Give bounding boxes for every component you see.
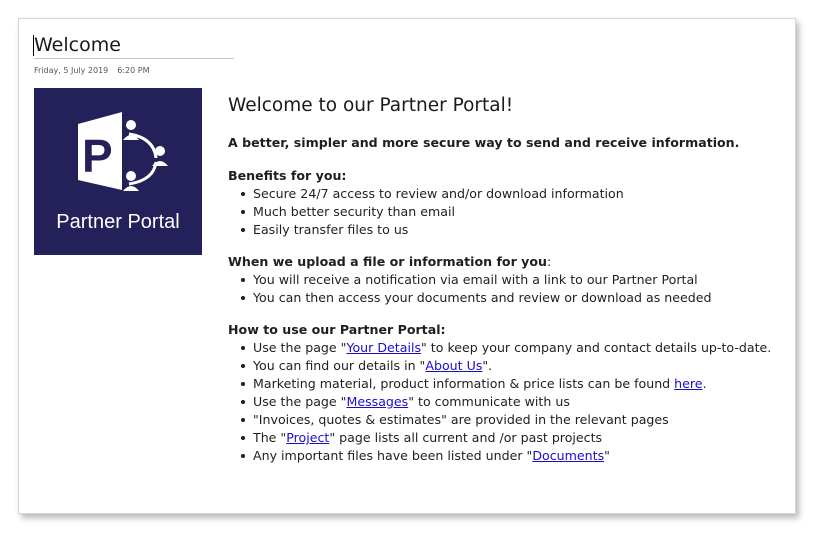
messages-link[interactable]: Messages [346, 394, 408, 409]
list-item: Any important files have been listed und… [241, 447, 788, 465]
documents-link[interactable]: Documents [532, 448, 604, 463]
list-item: "Invoices, quotes & estimates" are provi… [241, 411, 788, 429]
page-title[interactable]: Welcome [34, 32, 121, 58]
tagline: A better, simpler and more secure way to… [228, 135, 740, 150]
howto-title: How to use our Partner Portal: [228, 322, 446, 337]
here-link[interactable]: here [674, 376, 702, 391]
upload-list: You will receive a notification via emai… [228, 271, 788, 307]
page-time: 6:20 PM [117, 66, 150, 75]
item-text: " to communicate with us [408, 394, 570, 409]
page-datetime: Friday, 5 July 2019 6:20 PM [34, 66, 159, 75]
upload-title: When we upload a file or information for… [228, 253, 788, 271]
item-text: You can find our details in " [253, 358, 426, 373]
item-text: " [604, 448, 610, 463]
upload-title-suffix: : [547, 254, 552, 269]
page-date: Friday, 5 July 2019 [34, 66, 109, 75]
item-text: " page lists all current and /or past pr… [329, 430, 603, 445]
benefits-list: Secure 24/7 access to review and/or down… [228, 185, 788, 239]
item-text: The " [253, 430, 287, 445]
list-item: You can then access your documents and r… [241, 289, 788, 307]
item-text: ". [482, 358, 493, 373]
list-item: Secure 24/7 access to review and/or down… [241, 185, 788, 203]
list-item: Easily transfer files to us [241, 221, 788, 239]
item-text: Use the page " [253, 340, 347, 355]
item-text: " to keep your company and contact detai… [421, 340, 772, 355]
partner-portal-logo: P Partner Portal [34, 88, 202, 255]
list-item: You can find our details in "About Us". [241, 357, 788, 375]
about-us-link[interactable]: About Us [425, 358, 482, 373]
item-text: Use the page " [253, 394, 347, 409]
list-item: Use the page "Messages" to communicate w… [241, 393, 788, 411]
list-item: Much better security than email [241, 203, 788, 221]
logo-text: Partner Portal [56, 211, 180, 233]
page-content: Welcome to our Partner Portal! A better,… [228, 94, 788, 479]
benefits-title: Benefits for you: [228, 168, 347, 183]
note-page: Welcome Friday, 5 July 2019 6:20 PM P Par… [18, 18, 796, 514]
svg-text:P: P [82, 130, 113, 182]
item-text: Marketing material, product information … [253, 376, 675, 391]
list-item: Use the page "Your Details" to keep your… [241, 339, 788, 357]
page-title-field[interactable]: Welcome [33, 32, 234, 59]
upload-title-text: When we upload a file or information for… [228, 254, 548, 269]
list-item: You will receive a notification via emai… [241, 271, 788, 289]
list-item: The "Project" page lists all current and… [241, 429, 788, 447]
item-text: "Invoices, quotes & estimates" are provi… [253, 412, 669, 427]
item-text: . [702, 376, 707, 391]
item-text: Any important files have been listed und… [253, 448, 533, 463]
your-details-link[interactable]: Your Details [346, 340, 421, 355]
project-link[interactable]: Project [286, 430, 329, 445]
howto-list: Use the page "Your Details" to keep your… [228, 339, 788, 465]
list-item: Marketing material, product information … [241, 375, 788, 393]
content-heading: Welcome to our Partner Portal! [228, 95, 514, 116]
